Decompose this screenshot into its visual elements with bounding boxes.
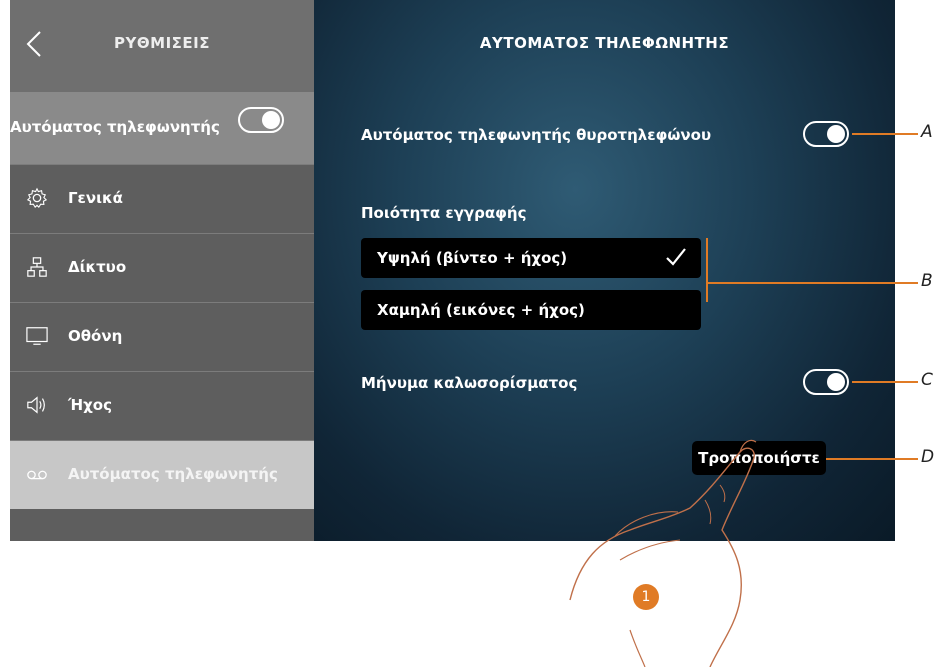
sidebar-item-sound[interactable]: Ήχος bbox=[10, 371, 314, 440]
speaker-icon bbox=[27, 396, 45, 414]
sidebar-item-label: Οθόνη bbox=[68, 327, 123, 345]
sidebar-item-answering-machine[interactable]: Αυτόματος τηλεφωνητής bbox=[10, 440, 314, 509]
sidebar-item-label: Ήχος bbox=[68, 396, 113, 414]
option-label: Χαμηλή (εικόνες + ήχος) bbox=[377, 301, 585, 319]
page-title: ΑΥΤΟΜΑΤΟΣ ΤΗΛΕΦΩΝΗΤΗΣ bbox=[479, 34, 730, 52]
sidebar-item-label: Αυτόματος τηλεφωνητής bbox=[68, 465, 278, 483]
callout-d: D bbox=[921, 447, 935, 467]
monitor-icon bbox=[26, 327, 48, 345]
network-icon bbox=[27, 257, 47, 277]
callout-c-line bbox=[852, 381, 918, 383]
callout-b-bracket bbox=[706, 238, 708, 302]
sidebar-toggle-row: Αυτόματος τηλεφωνητής bbox=[10, 92, 314, 164]
callout-a-line bbox=[852, 133, 918, 135]
sidebar-toggle-label: Αυτόματος τηλεφωνητής bbox=[10, 118, 220, 136]
answering-machine-toggle[interactable] bbox=[238, 107, 284, 133]
sidebar-item-network[interactable]: Δίκτυο bbox=[10, 233, 314, 302]
callout-a: A bbox=[921, 122, 933, 142]
door-answering-toggle[interactable] bbox=[803, 121, 849, 147]
welcome-message-toggle[interactable] bbox=[803, 369, 849, 395]
welcome-message-label: Μήνυμα καλωσορίσματος bbox=[361, 374, 578, 392]
quality-option-high[interactable]: Υψηλή (βίντεο + ήχος) bbox=[361, 238, 701, 278]
voicemail-icon bbox=[27, 470, 47, 480]
pointing-hand-illustration bbox=[569, 439, 757, 667]
door-answering-label: Αυτόματος τηλεφωνητής θυροτηλεφώνου bbox=[361, 126, 712, 144]
checkmark-icon bbox=[666, 248, 686, 266]
callout-b-line bbox=[706, 282, 918, 284]
sidebar-item-display[interactable]: Οθόνη bbox=[10, 302, 314, 371]
callout-c: C bbox=[921, 370, 933, 390]
sidebar-item-general[interactable]: Γενικά bbox=[10, 164, 314, 233]
callout-d-line bbox=[826, 458, 918, 460]
sidebar-item-label: Δίκτυο bbox=[68, 258, 127, 276]
settings-sidebar: ΡΥΘΜΙΣΕΙΣ Αυτόματος τηλεφωνητής Γενικά Δ… bbox=[10, 0, 314, 541]
sidebar-header: ΡΥΘΜΙΣΕΙΣ bbox=[10, 0, 314, 92]
quality-option-low[interactable]: Χαμηλή (εικόνες + ήχος) bbox=[361, 290, 701, 330]
gear-icon bbox=[26, 187, 48, 209]
option-label: Υψηλή (βίντεο + ήχος) bbox=[377, 249, 568, 267]
sidebar-title: ΡΥΘΜΙΣΕΙΣ bbox=[114, 34, 210, 52]
quality-label: Ποιότητα εγγραφής bbox=[361, 204, 527, 222]
sidebar-item-label: Γενικά bbox=[68, 189, 123, 207]
step-number-badge: 1 bbox=[633, 584, 659, 610]
callout-b: B bbox=[921, 271, 933, 291]
